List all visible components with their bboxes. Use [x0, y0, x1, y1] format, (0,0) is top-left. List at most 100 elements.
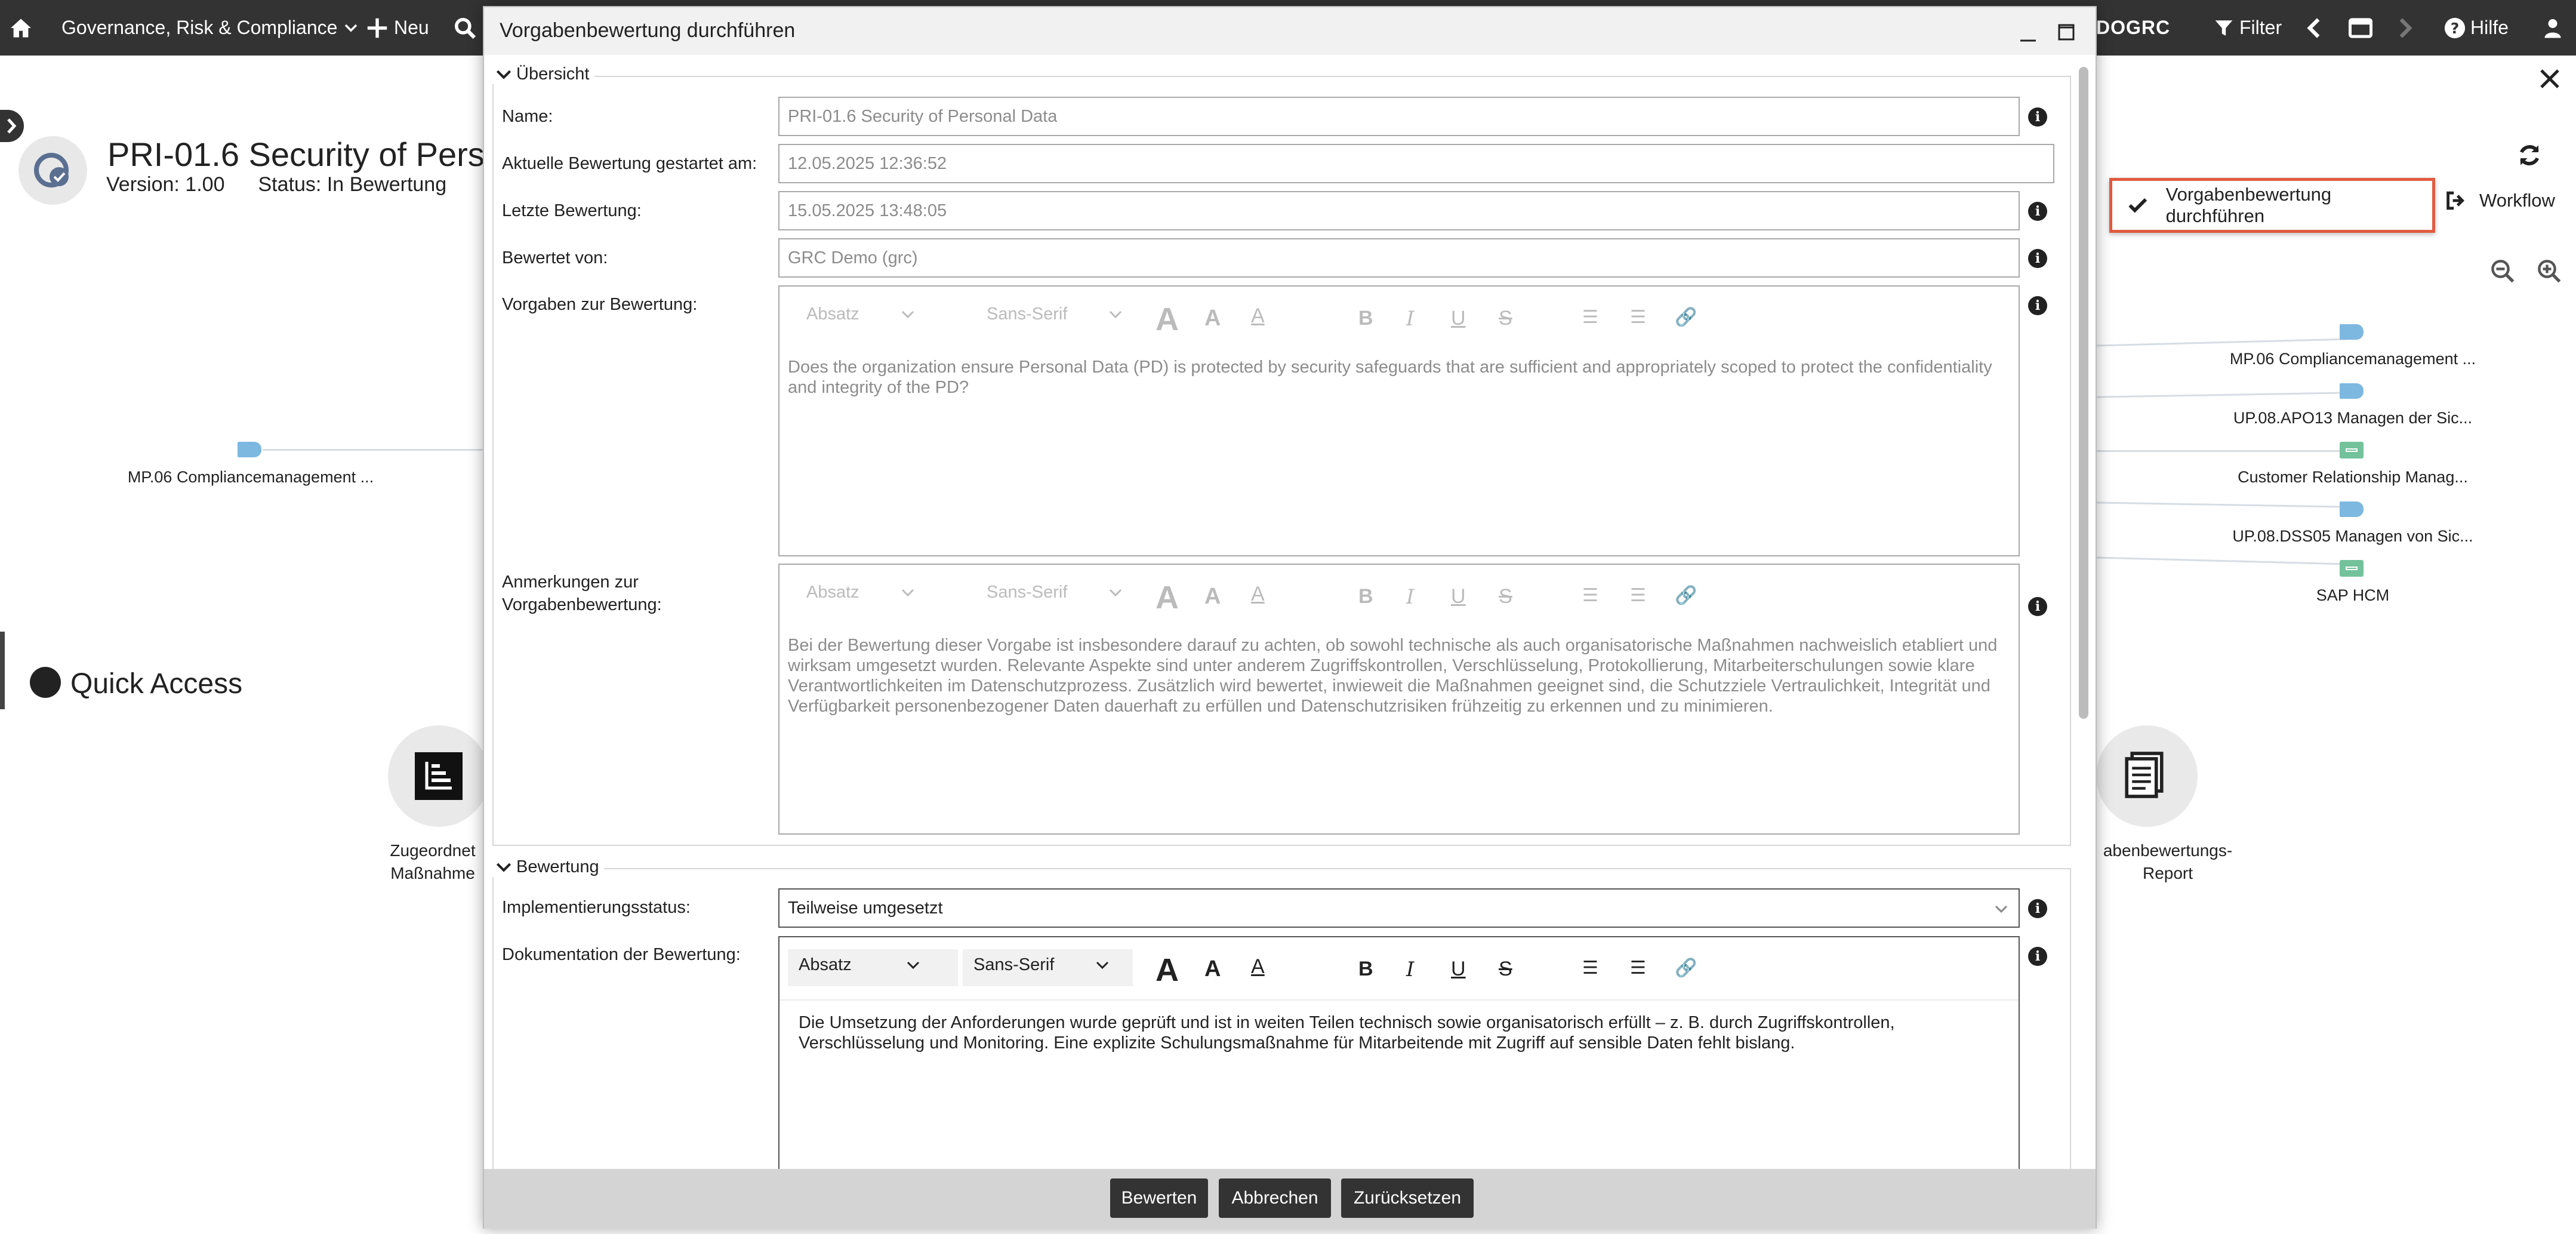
quick-access-bullet	[30, 667, 61, 698]
search-icon[interactable]	[454, 0, 476, 56]
minimize-icon[interactable]	[2018, 25, 2039, 43]
documentation-editor[interactable]: Absatz Sans-Serif A A A B I U S ☰ ☰ 🔗 Di…	[778, 936, 2020, 1170]
implementation-status-label: Implementierungsstatus:	[502, 898, 691, 917]
forward-arrow-icon[interactable]	[2398, 0, 2412, 56]
dialog-header: Vorgabenbewertung durchführen	[484, 7, 2096, 55]
application-icon[interactable]	[2340, 442, 2364, 458]
workflow-button[interactable]: Workflow	[2446, 190, 2555, 211]
paragraph-select[interactable]: Absatz	[799, 955, 920, 975]
documentation-label: Dokumentation der Bewertung:	[502, 945, 741, 964]
chevron-down-icon	[901, 310, 914, 318]
reset-button[interactable]: Zurücksetzen	[1341, 1178, 1474, 1218]
implementation-status-value: Teilweise umgesetzt	[788, 898, 943, 918]
paragraph-select: Absatz	[806, 583, 914, 602]
report-icon	[2125, 752, 2164, 798]
font-select: Sans-Serif	[987, 583, 1122, 602]
notes-label-line: Anmerkungen zur	[502, 573, 639, 592]
info-icon[interactable]: i	[2028, 597, 2047, 616]
implementation-status-select[interactable]: Teilweise umgesetzt	[778, 888, 2020, 928]
info-icon[interactable]: i	[2028, 947, 2047, 966]
requirements-editor: Absatz Sans-Serif A A A B I U S ☰ ☰ 🔗 Do…	[778, 285, 2020, 556]
zoom-in-icon[interactable]	[2537, 259, 2562, 287]
filter-button[interactable]: Filter	[2214, 0, 2282, 56]
new-button[interactable]: Neu	[366, 0, 429, 56]
graph-node-right[interactable]: UP.08.DSS05 Managen von Sic...	[2232, 527, 2473, 546]
quick-access-tile[interactable]	[388, 725, 489, 827]
sign-out-icon	[2446, 191, 2464, 210]
perform-assessment-button[interactable]: Vorgabenbewertung durchführen	[2109, 178, 2435, 233]
font-select-label: Sans-Serif	[987, 304, 1068, 324]
quick-access-label[interactable]: Zugeordnet Maßnahme	[382, 839, 483, 885]
quick-access-label-line: Maßnahme	[390, 864, 475, 882]
back-arrow-icon[interactable]	[2307, 0, 2321, 56]
paragraph-select-label: Absatz	[806, 583, 859, 602]
requirement-flag-icon[interactable]	[2340, 324, 2364, 340]
help-label: Hilfe	[2470, 17, 2509, 38]
cancel-button[interactable]: Abbrechen	[1219, 1178, 1331, 1218]
bullet-list-icon: ☰	[1582, 585, 1598, 606]
help-icon: ?	[2444, 17, 2466, 38]
assessment-dialog: Vorgabenbewertung durchführen Übersicht …	[483, 6, 2097, 1229]
home-icon[interactable]	[10, 0, 32, 56]
strikethrough-icon: S	[1499, 307, 1512, 330]
status-text: Status: In Bewertung	[258, 173, 447, 196]
link-icon[interactable]: 🔗	[1675, 958, 1697, 978]
svg-text:?: ?	[2451, 20, 2460, 37]
info-icon[interactable]: i	[2028, 107, 2047, 127]
bullet-list-icon[interactable]: ☰	[1582, 958, 1598, 978]
name-field: PRI-01.6 Security of Personal Data	[778, 97, 2020, 136]
italic-icon[interactable]: I	[1406, 958, 1414, 981]
quick-access-label[interactable]: abenbewertungs- Report	[2096, 839, 2239, 885]
quick-access-tile[interactable]	[2096, 725, 2198, 827]
info-icon[interactable]: i	[2028, 202, 2047, 221]
window-icon[interactable]	[2349, 0, 2372, 56]
font-size-decrease-icon: A	[1204, 584, 1221, 609]
close-icon[interactable]	[2538, 67, 2562, 91]
assessment-icon	[34, 153, 69, 187]
font-select-label: Sans-Serif	[973, 955, 1055, 974]
font-select[interactable]: Sans-Serif	[973, 955, 1109, 975]
numbered-list-icon[interactable]: ☰	[1630, 958, 1646, 978]
info-icon[interactable]: i	[2028, 249, 2047, 268]
underline-icon: U	[1451, 307, 1466, 330]
maximize-icon[interactable]	[2057, 23, 2075, 41]
underline-icon[interactable]: U	[1451, 958, 1466, 981]
rated-by-label: Bewertet von:	[502, 248, 608, 267]
overview-section-toggle[interactable]: Übersicht	[491, 64, 594, 84]
info-icon[interactable]: i	[2028, 296, 2047, 315]
font-size-decrease-icon[interactable]: A	[1204, 956, 1221, 982]
graph-node-left[interactable]: MP.06 Compliancemanagement ...	[128, 468, 374, 487]
graph-node-right[interactable]: UP.08.APO13 Managen der Sic...	[2233, 409, 2472, 427]
bold-icon[interactable]: B	[1358, 958, 1373, 981]
requirement-flag-icon[interactable]	[238, 442, 261, 457]
application-icon[interactable]	[2340, 560, 2364, 577]
font-size-increase-icon[interactable]: A	[1155, 952, 1179, 989]
notes-editor: Absatz Sans-Serif A A A B I U S ☰ ☰ 🔗 Be…	[778, 564, 2020, 835]
graph-node-right[interactable]: Customer Relationship Manag...	[2238, 468, 2468, 487]
strikethrough-icon[interactable]: S	[1499, 958, 1512, 981]
refresh-icon[interactable]	[2518, 143, 2541, 170]
quick-access-label-line: Report	[2142, 864, 2193, 882]
requirement-flag-icon[interactable]	[2340, 501, 2364, 517]
help-button[interactable]: ? Hilfe	[2444, 0, 2509, 56]
graph-node-right[interactable]: MP.06 Compliancemanagement ...	[2230, 350, 2476, 368]
font-size-increase-icon: A	[1155, 580, 1179, 616]
chevron-down-icon	[1110, 589, 1122, 596]
font-color-icon[interactable]: A	[1251, 955, 1265, 978]
requirement-flag-icon[interactable]	[2340, 383, 2364, 399]
documentation-text[interactable]: Die Umsetzung der Anforderungen wurde ge…	[799, 1013, 1895, 1053]
underline-icon: U	[1451, 585, 1466, 608]
graph-node-right[interactable]: SAP HCM	[2316, 586, 2390, 605]
scrollbar[interactable]	[2079, 67, 2088, 719]
app-menu[interactable]: Governance, Risk & Compliance	[61, 0, 358, 56]
zoom-out-icon[interactable]	[2490, 259, 2515, 287]
font-select-label: Sans-Serif	[987, 583, 1068, 602]
user-icon[interactable]	[2544, 0, 2562, 56]
notes-text: Bei der Bewertung dieser Vorgabe ist ins…	[788, 636, 1998, 716]
italic-icon: I	[1406, 585, 1415, 609]
editor-toolbar: Absatz Sans-Serif A A A B I U S ☰ ☰ 🔗	[779, 565, 2019, 627]
rate-button[interactable]: Bewerten	[1110, 1178, 1208, 1218]
rating-section-toggle[interactable]: Bewertung	[491, 857, 604, 877]
graph-edge	[2097, 392, 2347, 398]
info-icon[interactable]: i	[2028, 899, 2047, 918]
